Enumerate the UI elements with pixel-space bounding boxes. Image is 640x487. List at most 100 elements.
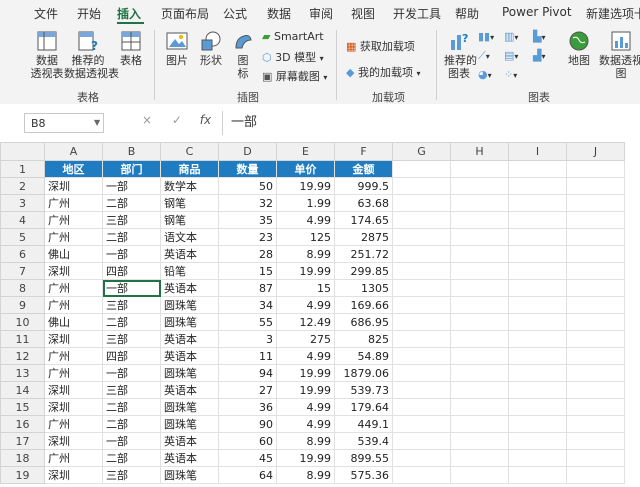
empty-cell[interactable] xyxy=(450,262,509,280)
get-addins-button[interactable]: ▦ 获取加载项 xyxy=(346,38,415,54)
data-cell[interactable]: 广州 xyxy=(44,449,103,467)
empty-cell[interactable] xyxy=(566,160,625,178)
my-addins-button[interactable]: ◆ 我的加载项 ▾ xyxy=(346,64,420,80)
select-all-corner[interactable] xyxy=(0,142,45,161)
empty-cell[interactable] xyxy=(508,330,567,348)
data-cell[interactable]: 铅笔 xyxy=(160,262,219,280)
icons-button[interactable]: 图 标 xyxy=(230,30,256,80)
empty-cell[interactable] xyxy=(392,415,451,433)
data-cell[interactable]: 4.99 xyxy=(276,296,335,314)
combo-chart-button[interactable]: ▟▾ xyxy=(533,49,545,62)
data-cell[interactable]: 15 xyxy=(276,279,335,297)
empty-cell[interactable] xyxy=(392,245,451,263)
row-header[interactable]: 7 xyxy=(0,262,45,280)
enter-icon[interactable]: ✓ xyxy=(172,113,182,127)
empty-cell[interactable] xyxy=(450,296,509,314)
empty-cell[interactable] xyxy=(508,177,567,195)
screenshot-button[interactable]: ▣ 屏幕截图 ▾ xyxy=(262,68,327,84)
data-cell[interactable]: 一部 xyxy=(102,177,161,195)
column-header[interactable]: B xyxy=(102,142,161,161)
data-cell[interactable]: 19.99 xyxy=(276,177,335,195)
empty-cell[interactable] xyxy=(508,432,567,450)
data-cell[interactable]: 899.55 xyxy=(334,449,393,467)
data-cell[interactable]: 125 xyxy=(276,228,335,246)
tab-view[interactable]: 视图 xyxy=(351,5,375,22)
empty-cell[interactable] xyxy=(392,381,451,399)
data-cell[interactable]: 23 xyxy=(218,228,277,246)
data-cell[interactable]: 英语本 xyxy=(160,347,219,365)
data-cell[interactable]: 广州 xyxy=(44,347,103,365)
data-cell[interactable]: 英语本 xyxy=(160,279,219,297)
pie-chart-button[interactable]: ◕▾ xyxy=(478,68,492,81)
empty-cell[interactable] xyxy=(450,415,509,433)
row-header[interactable]: 3 xyxy=(0,194,45,212)
empty-cell[interactable] xyxy=(508,160,567,178)
empty-cell[interactable] xyxy=(566,466,625,484)
scatter-chart-button[interactable]: ⁘▾ xyxy=(504,68,517,81)
data-cell[interactable]: 二部 xyxy=(102,415,161,433)
column-header[interactable]: H xyxy=(450,142,509,161)
empty-cell[interactable] xyxy=(392,466,451,484)
data-cell[interactable]: 广州 xyxy=(44,296,103,314)
data-cell[interactable]: 19.99 xyxy=(276,449,335,467)
data-cell[interactable]: 圆珠笔 xyxy=(160,398,219,416)
data-cell[interactable]: 深圳 xyxy=(44,398,103,416)
empty-cell[interactable] xyxy=(392,330,451,348)
empty-cell[interactable] xyxy=(566,364,625,382)
empty-cell[interactable] xyxy=(450,364,509,382)
data-cell[interactable]: 深圳 xyxy=(44,177,103,195)
data-cell[interactable]: 广州 xyxy=(44,415,103,433)
data-cell[interactable]: 二部 xyxy=(102,194,161,212)
data-cell[interactable]: 27 xyxy=(218,381,277,399)
empty-cell[interactable] xyxy=(450,177,509,195)
tab-developer[interactable]: 开发工具 xyxy=(393,5,441,22)
data-cell[interactable]: 深圳 xyxy=(44,330,103,348)
formula-input[interactable]: 一部 xyxy=(222,111,640,135)
tab-page-layout[interactable]: 页面布局 xyxy=(161,5,209,22)
recommended-charts-button[interactable]: ? 推荐的 图表 xyxy=(444,30,477,80)
row-header[interactable]: 15 xyxy=(0,398,45,416)
empty-cell[interactable] xyxy=(392,194,451,212)
empty-cell[interactable] xyxy=(508,347,567,365)
data-cell[interactable]: 1305 xyxy=(334,279,393,297)
cancel-icon[interactable]: × xyxy=(142,113,152,127)
data-cell[interactable]: 60 xyxy=(218,432,277,450)
empty-cell[interactable] xyxy=(450,330,509,348)
data-cell[interactable]: 251.72 xyxy=(334,245,393,263)
header-cell[interactable]: 地区 xyxy=(44,160,103,178)
data-cell[interactable]: 8.99 xyxy=(276,432,335,450)
empty-cell[interactable] xyxy=(566,415,625,433)
empty-cell[interactable] xyxy=(508,245,567,263)
data-cell[interactable]: 686.95 xyxy=(334,313,393,331)
empty-cell[interactable] xyxy=(450,347,509,365)
data-cell[interactable]: 449.1 xyxy=(334,415,393,433)
row-header[interactable]: 11 xyxy=(0,330,45,348)
data-cell[interactable]: 英语本 xyxy=(160,449,219,467)
tab-data[interactable]: 数据 xyxy=(267,5,291,22)
empty-cell[interactable] xyxy=(450,432,509,450)
tab-file[interactable]: 文件 xyxy=(34,5,58,22)
header-cell[interactable]: 商品 xyxy=(160,160,219,178)
data-cell[interactable]: 999.5 xyxy=(334,177,393,195)
row-header[interactable]: 14 xyxy=(0,381,45,399)
empty-cell[interactable] xyxy=(566,313,625,331)
column-header[interactable]: E xyxy=(276,142,335,161)
smartart-button[interactable]: ▰ SmartArt xyxy=(262,30,324,43)
empty-cell[interactable] xyxy=(392,313,451,331)
empty-cell[interactable] xyxy=(566,211,625,229)
header-cell[interactable]: 数量 xyxy=(218,160,277,178)
header-cell[interactable]: 部门 xyxy=(102,160,161,178)
data-cell[interactable]: 英语本 xyxy=(160,381,219,399)
table-button[interactable]: 表格 xyxy=(114,30,148,67)
empty-cell[interactable] xyxy=(508,194,567,212)
insert-function-icon[interactable]: fx xyxy=(200,113,211,127)
empty-cell[interactable] xyxy=(508,279,567,297)
data-cell[interactable]: 36 xyxy=(218,398,277,416)
data-cell[interactable]: 50 xyxy=(218,177,277,195)
data-cell[interactable]: 45 xyxy=(218,449,277,467)
row-header[interactable]: 6 xyxy=(0,245,45,263)
data-cell[interactable]: 3 xyxy=(218,330,277,348)
row-header[interactable]: 8 xyxy=(0,279,45,297)
header-cell[interactable]: 单价 xyxy=(276,160,335,178)
line-chart-button[interactable]: ⟋▾ xyxy=(478,49,490,63)
